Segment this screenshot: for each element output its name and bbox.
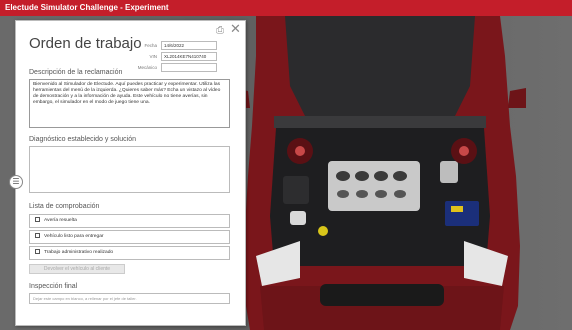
checkbox[interactable] <box>35 248 40 254</box>
strut-top-right <box>459 146 469 156</box>
checkbox[interactable] <box>35 232 40 238</box>
final-inspection-input[interactable]: Dejar este campo en blanco, a rellenar p… <box>29 293 230 304</box>
checklist-item[interactable]: Vehículo listo para entregar <box>29 230 230 244</box>
date-field[interactable]: 14/6/2022 <box>161 41 217 50</box>
diagnosis-input[interactable] <box>29 146 230 193</box>
engine-cover[interactable] <box>328 161 420 211</box>
complaint-text: Bienvenido al Simulador de Electude. Aqu… <box>29 79 230 128</box>
front-grille <box>320 284 444 306</box>
drawer-menu-icon[interactable]: ☰ <box>9 175 23 189</box>
coolant-reservoir[interactable] <box>290 211 306 225</box>
app-title: Electude Simulator Challenge - Experimen… <box>5 3 169 12</box>
mechanic-label: Mecánico <box>137 65 157 70</box>
air-filter[interactable] <box>283 176 309 204</box>
page-title: Orden de trabajo <box>29 35 142 52</box>
checklist-item-label: Trabajo administrativo realizado <box>44 250 114 255</box>
complaint-heading: Descripción de la reclamación <box>29 69 123 76</box>
close-icon[interactable]: ✕ <box>230 22 242 35</box>
oil-cap[interactable] <box>318 226 328 236</box>
mirror-right <box>508 88 526 108</box>
windshield <box>285 16 475 116</box>
battery[interactable] <box>445 201 479 226</box>
mechanic-field[interactable] <box>161 63 217 72</box>
app-title-bar: Electude Simulator Challenge - Experimen… <box>0 0 572 16</box>
return-vehicle-button[interactable]: Devolver el vehículo al cliente <box>29 264 125 274</box>
vin-field[interactable]: XL2014KE7N410740 <box>161 52 217 61</box>
checklist-heading: Lista de comprobación <box>29 203 100 210</box>
work-order-panel: ⎙ ✕ Orden de trabajo Fecha 14/6/2022 VIN… <box>15 20 246 326</box>
brake-fluid-reservoir[interactable] <box>440 161 458 183</box>
print-icon[interactable]: ⎙ <box>216 26 227 36</box>
vin-label: VIN <box>149 54 157 59</box>
checklist-item[interactable]: Trabajo administrativo realizado <box>29 246 230 260</box>
checklist-item-label: Vehículo listo para entregar <box>44 234 104 239</box>
checkbox[interactable] <box>35 216 40 222</box>
diagnosis-heading: Diagnóstico establecido y solución <box>29 136 137 143</box>
date-label: Fecha <box>144 43 157 48</box>
battery-label <box>451 206 463 212</box>
hood-frame <box>274 116 486 128</box>
strut-top-left <box>295 146 305 156</box>
checklist-item[interactable]: Avería resuelta <box>29 214 230 228</box>
final-inspection-heading: Inspección final <box>29 283 78 290</box>
checklist-item-label: Avería resuelta <box>44 218 77 223</box>
